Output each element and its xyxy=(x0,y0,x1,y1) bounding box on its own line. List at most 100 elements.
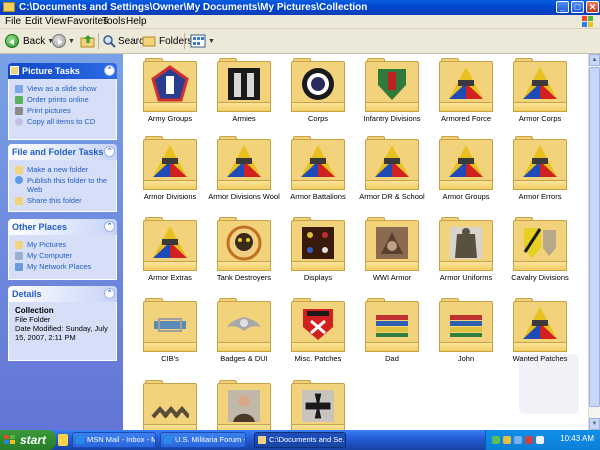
folder-icon xyxy=(513,298,567,352)
tray-icon[interactable] xyxy=(514,436,522,444)
collapse-icon[interactable]: ⌃ xyxy=(104,146,115,157)
place-my-pictures[interactable]: My Pictures xyxy=(15,239,112,250)
folder-item[interactable] xyxy=(133,380,207,430)
folder-thumbnail xyxy=(296,386,340,426)
close-button[interactable]: ✕ xyxy=(586,1,599,13)
forward-button[interactable]: ▼ xyxy=(52,32,75,50)
folder-icon xyxy=(439,58,493,112)
folder-item[interactable]: Armor Divisions Wool xyxy=(207,136,281,210)
chevron-down-icon[interactable]: ▼ xyxy=(68,38,75,45)
views-button[interactable]: ▼ xyxy=(190,32,215,50)
taskbar-button-explorer[interactable]: C:\Documents and Se... xyxy=(254,432,346,448)
folder-item[interactable]: Armor DR & School xyxy=(355,136,429,210)
start-button[interactable]: start xyxy=(0,430,56,450)
chevron-down-icon[interactable]: ▼ xyxy=(208,38,215,45)
folder-item[interactable]: CIB's xyxy=(133,298,207,372)
scroll-down-arrow[interactable]: ▼ xyxy=(589,418,600,430)
task-new-folder[interactable]: Make a new folder xyxy=(15,164,112,175)
start-label: start xyxy=(20,433,47,447)
order-prints-icon xyxy=(15,95,23,104)
picture-tasks-header[interactable]: Picture Tasks ⌃ xyxy=(8,63,117,79)
taskbar-button-militaria-forum[interactable]: U.S. Militaria Forum -... xyxy=(160,432,246,448)
collapse-icon[interactable]: ⌃ xyxy=(104,65,115,76)
menu-view[interactable]: View xyxy=(45,16,67,27)
folder-item[interactable]: Displays xyxy=(281,217,355,291)
task-slideshow[interactable]: View as a slide show xyxy=(15,83,112,94)
minimize-button[interactable]: _ xyxy=(556,1,569,13)
folder-item[interactable]: Armies xyxy=(207,58,281,132)
collapse-icon[interactable]: ⌃ xyxy=(104,288,115,299)
place-my-computer[interactable]: My Computer xyxy=(15,250,112,261)
folder-item[interactable]: WWI Armor xyxy=(355,217,429,291)
folder-item[interactable]: Tank Destroyers xyxy=(207,217,281,291)
back-button[interactable]: Back ▼ xyxy=(5,32,54,50)
folder-item[interactable] xyxy=(207,380,281,430)
scroll-up-arrow[interactable]: ▲ xyxy=(589,54,600,66)
place-my-network-places[interactable]: My Network Places xyxy=(15,261,112,272)
details-modified: Date Modified: Sunday, July 15, 2007, 2:… xyxy=(15,324,108,342)
folder-item[interactable]: Badges & DUI xyxy=(207,298,281,372)
file-list-view[interactable]: Army Groups Armies Corps Infantry Divisions… xyxy=(123,54,588,430)
folder-thumbnail xyxy=(444,304,488,344)
toolbar: Back ▼ ▼ Search Folders ▼ xyxy=(0,29,600,54)
tray-icon[interactable] xyxy=(492,436,500,444)
title-bar[interactable]: C:\Documents and Settings\Owner\My Docum… xyxy=(0,0,600,15)
details-header[interactable]: Details ⌃ xyxy=(8,286,117,302)
volume-icon[interactable] xyxy=(536,436,544,444)
task-publish-web[interactable]: Publish this folder to the Web xyxy=(15,176,112,194)
picture-tasks-title: Picture Tasks xyxy=(22,66,80,76)
task-order-prints[interactable]: Order prints online xyxy=(15,94,112,105)
folder-item[interactable]: Armor Battalions xyxy=(281,136,355,210)
folder-icon xyxy=(143,298,197,352)
folder-item[interactable]: Misc. Patches xyxy=(281,298,355,372)
watermark-picture-icon xyxy=(519,354,579,414)
folder-label: Cavalry Divisions xyxy=(511,273,569,282)
menu-help[interactable]: Help xyxy=(126,16,147,27)
other-places-header[interactable]: Other Places ⌃ xyxy=(8,219,117,235)
folder-item[interactable]: John xyxy=(429,298,503,372)
tray-icon[interactable] xyxy=(525,436,533,444)
file-folder-tasks-header[interactable]: File and Folder Tasks ⌃ xyxy=(8,144,117,160)
printer-icon xyxy=(15,106,23,115)
browser-icon xyxy=(164,436,172,444)
task-print-pictures[interactable]: Print pictures xyxy=(15,105,112,116)
folder-item[interactable]: Armor Corps xyxy=(503,58,577,132)
other-places-box: Other Places ⌃ My Pictures My Computer M… xyxy=(8,219,117,280)
collapse-icon[interactable]: ⌃ xyxy=(104,221,115,232)
task-label: Print pictures xyxy=(27,106,71,115)
folder-item[interactable]: Armored Force xyxy=(429,58,503,132)
tray-icon[interactable] xyxy=(503,436,511,444)
folder-item[interactable] xyxy=(281,380,355,430)
menu-edit[interactable]: Edit xyxy=(25,16,42,27)
task-copy-to-cd[interactable]: Copy all items to CD xyxy=(15,116,112,127)
folder-item[interactable]: Armor Extras xyxy=(133,217,207,291)
maximize-button[interactable]: □ xyxy=(571,1,584,13)
taskbar-button-msn-mail[interactable]: MSN Mail - Inbox - MS... xyxy=(72,432,156,448)
clock[interactable]: 10:43 AM xyxy=(560,434,594,443)
folder-item[interactable]: Armor Errors xyxy=(503,136,577,210)
folder-icon xyxy=(143,136,197,190)
up-folder-button[interactable] xyxy=(80,32,96,50)
folder-icon xyxy=(291,136,345,190)
scroll-thumb[interactable] xyxy=(589,67,600,407)
folder-icon xyxy=(143,380,197,430)
task-label: Share this folder xyxy=(27,196,82,205)
task-pane: Picture Tasks ⌃ View as a slide show Ord… xyxy=(0,54,123,430)
menu-tools[interactable]: Tools xyxy=(102,16,125,27)
task-share-folder[interactable]: Share this folder xyxy=(15,195,112,206)
folder-item[interactable]: Armor Uniforms xyxy=(429,217,503,291)
taskbar-button-label: MSN Mail - Inbox - MS... xyxy=(87,435,155,444)
folder-item[interactable]: Dad xyxy=(355,298,429,372)
folder-item[interactable]: Cavalry Divisions xyxy=(503,217,577,291)
folder-item[interactable]: Army Groups xyxy=(133,58,207,132)
folder-item[interactable]: Armor Groups xyxy=(429,136,503,210)
folder-item[interactable]: Infantry Divisions xyxy=(355,58,429,132)
menu-bar: File Edit View Favorites Tools Help xyxy=(0,15,600,29)
menu-file[interactable]: File xyxy=(5,16,21,27)
vertical-scrollbar[interactable]: ▲ ▼ xyxy=(588,54,600,430)
up-folder-icon xyxy=(80,35,95,48)
folder-thumbnail xyxy=(296,64,340,104)
folder-item[interactable]: Armor Divisions xyxy=(133,136,207,210)
quick-launch-icon[interactable] xyxy=(58,434,68,446)
folder-item[interactable]: Corps xyxy=(281,58,355,132)
